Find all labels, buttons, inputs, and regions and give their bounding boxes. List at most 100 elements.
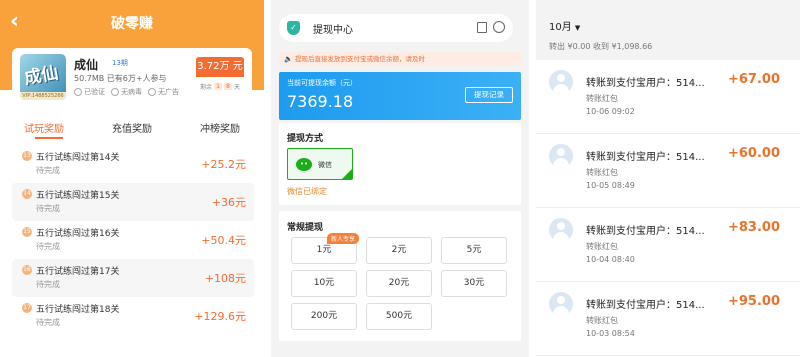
task-number: 17 bbox=[22, 303, 32, 313]
task-title: 五行试练闯过第15关 bbox=[36, 191, 120, 201]
tag-verified: 已验证 bbox=[74, 87, 105, 97]
tag-no-ads: 无广告 bbox=[148, 87, 179, 97]
withdraw-records-button[interactable]: 提现记录 bbox=[465, 87, 513, 103]
task-reward: +50.4元 bbox=[201, 234, 246, 247]
bookmark-icon[interactable] bbox=[477, 22, 487, 33]
remaining-digit: 8 bbox=[224, 83, 232, 90]
task-reward: +36元 bbox=[211, 196, 246, 209]
wechat-option[interactable]: •• 微信 bbox=[287, 148, 353, 180]
task-status: 待完成 bbox=[36, 242, 60, 251]
transaction-date: 10-03 08:54 bbox=[586, 329, 635, 338]
transaction-row[interactable]: 转账到支付宝用户：514... 转账红包 10-03 08:54 +95.00 bbox=[536, 282, 800, 356]
tab-recharge[interactable]: 充值奖励 bbox=[88, 120, 176, 135]
balance-card: 当前可提现余额（元） 7369.18 提现记录 bbox=[279, 72, 521, 120]
month-selector[interactable]: 10月 ▼ bbox=[549, 18, 580, 33]
amount-option[interactable]: 500元 bbox=[366, 303, 432, 330]
wechat-icon: •• bbox=[296, 158, 312, 171]
task-status: 待完成 bbox=[36, 318, 60, 327]
transaction-amount: +95.00 bbox=[727, 294, 780, 309]
amount-option[interactable]: 10元 bbox=[291, 270, 357, 297]
transaction-type: 转账红包 bbox=[586, 242, 618, 251]
transaction-row[interactable]: 转账到支付宝用户：514... 转账红包 10-05 08:49 +60.00 bbox=[536, 134, 800, 208]
notice-bar: 🔈 提现后直接发放到支付宝或微信余额，请及时 bbox=[279, 52, 521, 66]
user-avatar-icon bbox=[549, 218, 573, 242]
transaction-row[interactable]: 转账到支付宝用户：514... 转账红包 10-04 08:40 +83.00 bbox=[536, 208, 800, 282]
amount-option[interactable]: 5元 bbox=[441, 237, 507, 264]
back-arrow-icon[interactable]: ‹ bbox=[10, 11, 19, 33]
balance-label: 当前可提现余额（元） bbox=[287, 79, 357, 87]
amount-option[interactable]: 200元 bbox=[291, 303, 357, 330]
transaction-title: 转账到支付宝用户：514... bbox=[586, 226, 705, 237]
shield-icon: ✓ bbox=[287, 21, 300, 35]
transaction-type: 转账红包 bbox=[586, 94, 618, 103]
reward-tabs: 试玩奖励 充值奖励 冲榜奖励 bbox=[0, 120, 264, 135]
check-icon bbox=[74, 88, 82, 96]
game-period: 13期 bbox=[112, 59, 128, 67]
tab-trial[interactable]: 试玩奖励 bbox=[0, 120, 88, 135]
task-title: 五行试练闯过第16关 bbox=[36, 229, 120, 239]
transaction-amount: +67.00 bbox=[727, 72, 780, 87]
withdraw-screen: ✓ 提现中心 🔈 提现后直接发放到支付宝或微信余额，请及时 当前可提现余额（元）… bbox=[271, 0, 529, 357]
task-row[interactable]: 16 五行试练闯过第17关 待完成 +108元 bbox=[12, 259, 254, 297]
transaction-type: 转账红包 bbox=[586, 168, 618, 177]
task-title: 五行试练闯过第18关 bbox=[36, 305, 120, 315]
task-row[interactable]: 17 五行试练闯过第18关 待完成 +129.6元 bbox=[12, 297, 254, 335]
task-row[interactable]: 14 五行试练闯过第15关 待完成 +36元 bbox=[12, 183, 254, 221]
month-header: 10月 ▼ 转出 ¥0.00 收到 ¥1,098.66 bbox=[536, 0, 800, 60]
user-avatar-icon bbox=[549, 70, 573, 94]
withdraw-method-section: 提现方式 •• 微信 微信已绑定 bbox=[279, 123, 521, 205]
regular-title: 常规提现 bbox=[287, 223, 324, 233]
regular-withdraw-section: 常规提现 新人专享 1元 2元 5元 10元 20元 30元 200元 500元 bbox=[279, 211, 521, 341]
month-label: 10月 bbox=[549, 22, 572, 33]
task-number: 15 bbox=[22, 227, 32, 237]
selected-corner-icon bbox=[342, 169, 352, 179]
method-title: 提现方式 bbox=[287, 134, 324, 144]
task-row[interactable]: 13 五行试练闯过第14关 待完成 +25.2元 bbox=[12, 145, 254, 183]
speaker-icon: 🔈 bbox=[284, 55, 293, 63]
new-user-badge: 新人专享 bbox=[327, 233, 360, 244]
transaction-amount: +83.00 bbox=[727, 220, 780, 235]
transaction-date: 10-04 08:40 bbox=[586, 255, 635, 264]
task-status: 待完成 bbox=[36, 166, 60, 175]
caret-down-icon: ▼ bbox=[574, 24, 581, 32]
notice-text: 提现后直接发放到支付宝或微信余额，请及时 bbox=[295, 55, 425, 63]
task-number: 16 bbox=[22, 265, 32, 275]
amount-option[interactable]: 2元 bbox=[366, 237, 432, 264]
check-icon bbox=[148, 88, 156, 96]
transaction-date: 10-05 08:49 bbox=[586, 181, 635, 190]
task-row[interactable]: 15 五行试练闯过第16关 待完成 +50.4元 bbox=[12, 221, 254, 259]
amount-option[interactable]: 30元 bbox=[441, 270, 507, 297]
transaction-amount: +60.00 bbox=[727, 146, 780, 161]
refresh-icon[interactable] bbox=[493, 21, 505, 33]
user-avatar-icon bbox=[549, 144, 573, 168]
remaining-digit: 1 bbox=[214, 83, 222, 90]
balance-amount: 7369.18 bbox=[287, 92, 354, 111]
active-tab-underline bbox=[35, 137, 63, 139]
task-list: 13 五行试练闯过第14关 待完成 +25.2元 14 五行试练闯过第15关 待… bbox=[12, 145, 254, 335]
tab-ranking[interactable]: 冲榜奖励 bbox=[176, 120, 264, 135]
tag-label: 已验证 bbox=[84, 88, 105, 96]
task-title: 五行试练闯过第17关 bbox=[36, 267, 120, 277]
prize-amount: 3.72万 元 bbox=[196, 57, 244, 77]
task-title: 五行试练闯过第14关 bbox=[36, 153, 120, 163]
check-icon bbox=[111, 88, 119, 96]
task-status: 待完成 bbox=[36, 280, 60, 289]
game-task-screen: ‹ 破零赚 成仙 VIP:1488525266 成仙 13期 50.7MB 已有… bbox=[0, 0, 264, 357]
task-status: 待完成 bbox=[36, 204, 60, 213]
remaining-unit: 天 bbox=[234, 84, 241, 91]
game-icon-calligraphy: 成仙 bbox=[22, 63, 60, 89]
game-tags: 已验证 无病毒 无广告 bbox=[74, 87, 179, 97]
tag-no-virus: 无病毒 bbox=[111, 87, 142, 97]
transaction-type: 转账红包 bbox=[586, 316, 618, 325]
amount-option[interactable]: 20元 bbox=[366, 270, 432, 297]
amount-grid: 1元 2元 5元 10元 20元 30元 200元 500元 bbox=[291, 237, 511, 330]
wechat-bound-status: 微信已绑定 bbox=[287, 187, 327, 196]
prize-pool: 3.72万 元 剩余 1 8 天 bbox=[196, 57, 244, 103]
transaction-row[interactable]: 转账到支付宝用户：514... 转账红包 10-06 09:02 +67.00 bbox=[536, 60, 800, 134]
game-size: 50.7MB 已有6万+人参与 bbox=[74, 74, 167, 83]
game-icon: 成仙 VIP:1488525266 bbox=[20, 54, 66, 100]
transaction-title: 转账到支付宝用户：514... bbox=[586, 78, 705, 89]
page-title: 破零赚 bbox=[111, 16, 153, 32]
task-number: 13 bbox=[22, 151, 32, 161]
task-reward: +129.6元 bbox=[194, 310, 246, 323]
